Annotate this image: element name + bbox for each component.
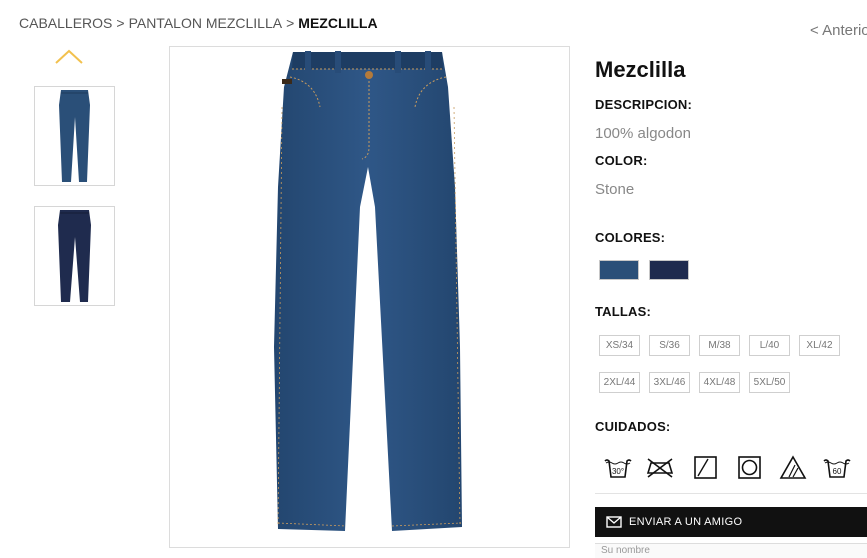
product-title: Mezclilla	[595, 57, 686, 82]
friend-name-placeholder: Su nombre	[601, 545, 650, 556]
wash-60-icon: 60	[823, 459, 851, 478]
previous-product-link[interactable]: < Anterior	[810, 22, 867, 39]
breadcrumb: CABALLEROS > PANTALON MEZCLILLA > MEZCLILLA	[19, 15, 378, 31]
dry-flat-icon	[694, 456, 717, 479]
tumble-dry-icon	[738, 456, 761, 479]
size-option[interactable]: XL/42	[799, 335, 840, 356]
size-option[interactable]: 5XL/50	[749, 372, 790, 393]
main-product-image[interactable]	[169, 46, 570, 548]
thumbnail-jeans-dark[interactable]	[34, 206, 115, 306]
description-value: 100% algodon	[595, 125, 691, 142]
wash-30-icon: 30°	[604, 459, 632, 478]
size-option[interactable]: 4XL/48	[699, 372, 740, 393]
envelope-icon	[606, 516, 622, 528]
svg-text:30°: 30°	[612, 467, 624, 476]
size-option[interactable]: L/40	[749, 335, 790, 356]
size-option[interactable]: 3XL/46	[649, 372, 690, 393]
breadcrumb-separator: >	[286, 15, 295, 31]
size-option[interactable]: S/36	[649, 335, 690, 356]
description-label: DESCRIPCION:	[595, 97, 693, 112]
care-label: CUIDADOS:	[595, 419, 671, 434]
bleach-icon	[779, 455, 807, 479]
chevron-up-icon[interactable]	[54, 48, 84, 66]
breadcrumb-link-caballeros[interactable]: CABALLEROS	[19, 15, 112, 31]
sizes-label: TALLAS:	[595, 304, 652, 319]
breadcrumb-separator: >	[116, 15, 125, 31]
breadcrumb-link-pantalon[interactable]: PANTALON MEZCLILLA	[129, 15, 283, 31]
jeans-stone-front-photo	[274, 51, 462, 531]
color-label: COLOR:	[595, 153, 648, 168]
svg-text:60: 60	[833, 467, 842, 476]
size-option[interactable]: M/38	[699, 335, 740, 356]
friend-name-field[interactable]: Su nombre	[595, 543, 867, 558]
jeans-stone-thumbnail	[59, 90, 90, 182]
color-value: Stone	[595, 181, 635, 198]
divider	[595, 493, 867, 494]
color-swatch-stone[interactable]	[599, 260, 639, 280]
send-to-friend-label: ENVIAR A UN AMIGO	[629, 516, 743, 528]
send-to-friend-button[interactable]: ENVIAR A UN AMIGO	[595, 507, 867, 537]
thumbnail-jeans-stone[interactable]	[34, 86, 115, 186]
no-iron-icon	[646, 458, 674, 478]
breadcrumb-current: MEZCLILLA	[298, 15, 378, 31]
size-option[interactable]: 2XL/44	[599, 372, 640, 393]
colors-label: COLORES:	[595, 230, 666, 245]
jeans-dark-thumbnail	[58, 210, 91, 302]
size-option[interactable]: XS/34	[599, 335, 640, 356]
color-swatch-dark[interactable]	[649, 260, 689, 280]
